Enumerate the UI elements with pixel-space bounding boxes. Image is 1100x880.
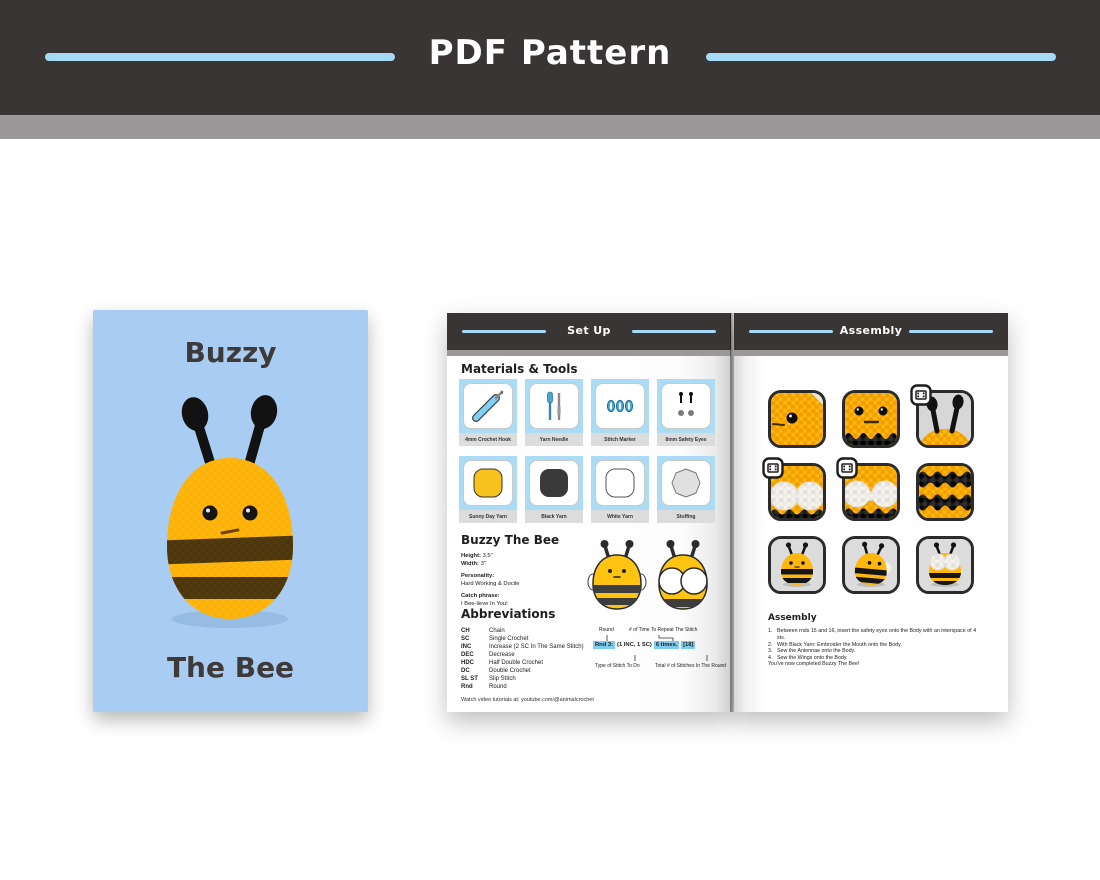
assembly-photo-grid xyxy=(768,390,974,594)
assembly-step: 3.Sew the Antennae onto the Body. xyxy=(768,648,982,655)
video-tutorials-note: Watch video tutorials at: youtube.com/@a… xyxy=(461,697,594,703)
photo-step-body-stripes xyxy=(916,463,974,521)
width-label: Width: xyxy=(461,561,479,567)
materials-heading: Materials & Tools xyxy=(461,362,577,376)
abbr-row: DCDouble Crochet xyxy=(461,667,584,675)
black-yarn-icon xyxy=(529,460,579,506)
assembly-header-right-line xyxy=(909,330,993,333)
photo-step-face-embroidery xyxy=(842,390,900,448)
assembly-header-bar: Assembly xyxy=(734,313,1008,350)
abbr-row: DECDecrease xyxy=(461,651,584,659)
assembly-steps-list: 1.Between rnds 15 and 16, insert the saf… xyxy=(768,628,982,662)
photo-step-wings-attached xyxy=(842,463,900,521)
notation-times-token: 6 times. xyxy=(654,641,680,649)
yellow-yarn-icon xyxy=(463,460,513,506)
photo-step-wings xyxy=(768,463,826,521)
stitch-marker-icon xyxy=(595,383,645,429)
abbreviations-heading: Abbreviations xyxy=(461,607,555,621)
abbr-row: RndRound xyxy=(461,683,584,691)
personality-label: Personality: xyxy=(461,573,494,579)
height-label: Height: xyxy=(461,553,481,559)
stitch-notation-diagram: Round # of Time To Repeat The Stitch Rnd… xyxy=(593,627,727,675)
material-card-stitch-marker: Stitch Marker xyxy=(591,379,649,446)
bee-front-back-diagram xyxy=(585,537,717,622)
material-card-yarn-needle: Yarn Needle xyxy=(525,379,583,446)
screenshot-canvas: PDF Pattern Buzzy xyxy=(0,0,1100,880)
stuffing-icon xyxy=(661,460,711,506)
pattern-cover: Buzzy The B xyxy=(93,310,368,712)
abbreviations-list: CHChain SCSingle Crochet INCIncrease (2 … xyxy=(461,627,584,691)
top-banner: PDF Pattern xyxy=(0,0,1100,115)
abbr-row: SL STSlip Stitch xyxy=(461,675,584,683)
banner-gray-stripe xyxy=(0,115,1100,139)
setup-header-bar: Set Up xyxy=(447,313,731,350)
bee-stats: Height: 3.5" Width: 3" Personality: Hard… xyxy=(461,553,520,608)
white-yarn-icon xyxy=(595,460,645,506)
abbr-row: CHChain xyxy=(461,627,584,635)
setup-header-stripe xyxy=(447,350,731,356)
personality-value: Hard Working & Docile xyxy=(461,581,520,589)
material-card-black-yarn: Black Yarn xyxy=(525,456,583,523)
photo-step-bee-front xyxy=(768,536,826,594)
crochet-hook-icon xyxy=(463,383,513,429)
completion-note: You've now completed Buzzy The Bee! xyxy=(768,661,859,667)
notation-stitches-token: (1 INC, 1 SC) xyxy=(615,641,654,649)
assembly-step: 1.Between rnds 15 and 16, insert the saf… xyxy=(768,628,982,642)
abbr-row: INCIncrease (2 SC In The Same Stitch) xyxy=(461,643,584,651)
material-card-crochet-hook: 4mm Crochet Hook xyxy=(459,379,517,446)
catchphrase-label: Catch phrase: xyxy=(461,593,500,599)
notation-example-row: Rnd 3:(1 INC, 1 SC)6 times. [18] xyxy=(593,642,695,648)
material-card-stuffing: Stuffing xyxy=(657,456,715,523)
photo-step-eye-placement xyxy=(768,390,826,448)
material-card-safety-eyes: 8mm Safety Eyes xyxy=(657,379,715,446)
assembly-header-stripe xyxy=(734,350,1008,356)
cover-title-bottom: The Bee xyxy=(93,651,368,684)
bee-info-heading: Buzzy The Bee xyxy=(461,533,559,547)
setup-header-right-line xyxy=(632,330,716,333)
notation-round-label: Round xyxy=(599,627,614,633)
material-card-white-yarn: White Yarn xyxy=(591,456,649,523)
notation-total-label: Total # of Stitches In The Round xyxy=(655,663,726,669)
notation-type-label: Type of Stitch To Do xyxy=(595,663,640,669)
photo-step-bee-back xyxy=(916,536,974,594)
notation-repeat-label: # of Time To Repeat The Stitch xyxy=(629,627,697,633)
video-icon xyxy=(762,457,784,479)
materials-grid: 4mm Crochet Hook Yarn Needle xyxy=(459,379,715,523)
width-value: 3" xyxy=(481,561,486,567)
banner-right-line xyxy=(706,53,1056,61)
bee-photo xyxy=(125,380,335,635)
setup-page: Set Up Materials & Tools 4mm Croche xyxy=(447,313,731,712)
material-card-yellow-yarn: Sunny Day Yarn xyxy=(459,456,517,523)
video-icon xyxy=(910,384,932,406)
assembly-step: 2.With Black Yarn: Embroider the Mouth o… xyxy=(768,642,982,649)
video-icon xyxy=(836,457,858,479)
safety-eyes-icon xyxy=(661,383,711,429)
cover-title-top: Buzzy xyxy=(93,336,368,369)
yarn-needle-icon xyxy=(529,383,579,429)
assembly-heading: Assembly xyxy=(768,613,817,623)
abbr-row: SCSingle Crochet xyxy=(461,635,584,643)
notation-total-token: [18] xyxy=(681,641,695,649)
notation-round-token: Rnd 3: xyxy=(593,641,615,649)
pattern-spread: Set Up Materials & Tools 4mm Croche xyxy=(447,313,1008,712)
height-value: 3.5" xyxy=(483,553,493,559)
abbr-row: HDCHalf Double Crochet xyxy=(461,659,584,667)
photo-step-bee-side xyxy=(842,536,900,594)
photo-step-antennae xyxy=(916,390,974,448)
assembly-page: Assembly xyxy=(734,313,1008,712)
